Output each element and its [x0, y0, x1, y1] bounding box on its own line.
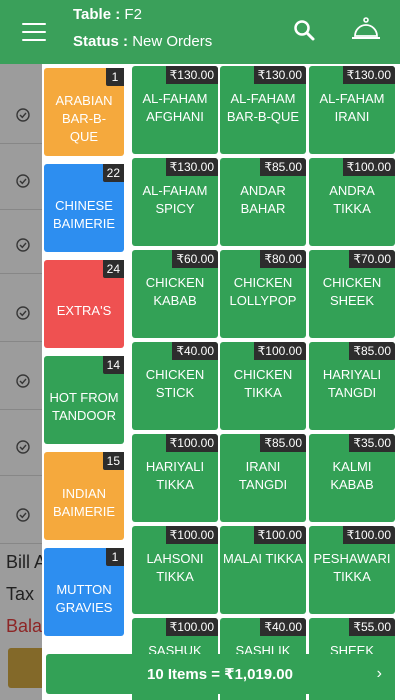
category-label: Indian Baimerie — [52, 486, 116, 519]
item-name: Chicken Sheek — [322, 275, 382, 308]
item-price-badge: ₹100.00 — [165, 618, 218, 636]
status-label: Status : — [73, 33, 129, 50]
item-name: Al-Faham Bar-B-Que — [226, 91, 300, 124]
item-name: Chicken Lollypop — [229, 275, 297, 308]
category-count-badge: 14 — [102, 356, 124, 374]
item-price-badge: ₹100.00 — [342, 158, 395, 176]
search-icon[interactable] — [292, 18, 316, 42]
category-label: Arabian Bar-B-Que — [55, 93, 113, 144]
menu-panel: Arabian Bar-B-Que 1 Chinese Baimerie 22 … — [42, 64, 400, 700]
item-name: Chicken Kabab — [145, 275, 205, 308]
item-name: Peshawari Tikka — [313, 551, 391, 584]
item-price-badge: ₹100.00 — [253, 342, 306, 360]
item-name: Al-Faham Spicy — [142, 183, 208, 216]
menu-item-tile[interactable]: ₹100.00 Lahsoni Tikka — [132, 526, 218, 614]
item-price-badge: ₹40.00 — [172, 342, 218, 360]
category-count-badge: 1 — [106, 68, 124, 86]
menu-item-tile[interactable]: ₹130.00 Al-Faham Bar-B-Que — [220, 66, 306, 154]
status-info: Status : New Orders — [73, 33, 212, 50]
table-value: F2 — [124, 6, 142, 23]
item-name: Lahsoni Tikka — [146, 551, 204, 584]
category-mutton-gravies[interactable]: Mutton Gravies 1 — [44, 548, 124, 636]
category-count-badge: 24 — [102, 260, 124, 278]
menu-item-tile[interactable]: ₹130.00 Al-Faham Spicy — [132, 158, 218, 246]
menu-item-tile[interactable]: ₹85.00 Irani Tangdi — [220, 434, 306, 522]
category-label: Mutton Gravies — [55, 582, 113, 615]
item-price-badge: ₹80.00 — [260, 250, 306, 268]
menu-item-tile[interactable]: ₹85.00 Andar Bahar — [220, 158, 306, 246]
item-name: Hariyali Tangdi — [322, 367, 382, 400]
item-price-badge: ₹100.00 — [165, 434, 218, 452]
category-hot-from-tandoor[interactable]: Hot From Tandoor 14 — [44, 356, 124, 444]
item-name: Kalmi Kabab — [330, 459, 374, 492]
item-name: Al-Faham Afghani — [142, 91, 208, 124]
menu-item-tile[interactable]: ₹100.00 Peshawari Tikka — [309, 526, 395, 614]
category-label: Extra's — [56, 303, 112, 318]
menu-item-tile[interactable]: ₹100.00 Andra Tikka — [309, 158, 395, 246]
item-price-badge: ₹100.00 — [342, 526, 395, 544]
cart-total-button[interactable]: 10 Items = ₹1,019.00 › — [46, 654, 394, 694]
item-price-badge: ₹130.00 — [253, 66, 306, 84]
table-info: Table : F2 — [73, 6, 142, 23]
item-name: Hariyali Tikka — [145, 459, 205, 492]
item-name: Irani Tangdi — [238, 459, 288, 492]
menu-item-tile[interactable]: ₹60.00 Chicken Kabab — [132, 250, 218, 338]
category-count-badge: 15 — [102, 452, 124, 470]
item-price-badge: ₹130.00 — [165, 158, 218, 176]
category-extras[interactable]: Extra's 24 — [44, 260, 124, 348]
menu-item-tile[interactable]: ₹70.00 Chicken Sheek — [309, 250, 395, 338]
item-price-badge: ₹85.00 — [349, 342, 395, 360]
menu-item-tile[interactable]: ₹80.00 Chicken Lollypop — [220, 250, 306, 338]
menu-item-tile[interactable]: ₹35.00 Kalmi Kabab — [309, 434, 395, 522]
category-count-badge: 22 — [102, 164, 124, 182]
category-indian-baimerie[interactable]: Indian Baimerie 15 — [44, 452, 124, 540]
item-price-badge: ₹85.00 — [260, 434, 306, 452]
menu-item-tile[interactable]: ₹100.00 Hariyali Tikka — [132, 434, 218, 522]
item-name: Andar Bahar — [240, 183, 286, 216]
category-chinese-baimerie[interactable]: Chinese Baimerie 22 — [44, 164, 124, 252]
menu-item-tile[interactable]: ₹130.00 Al-Faham Irani — [309, 66, 395, 154]
item-price-badge: ₹100.00 — [165, 526, 218, 544]
item-price-badge: ₹85.00 — [260, 158, 306, 176]
category-label: Chinese Baimerie — [52, 198, 116, 231]
status-value: New Orders — [132, 33, 213, 50]
hamburger-icon[interactable] — [22, 23, 46, 41]
item-price-badge: ₹70.00 — [349, 250, 395, 268]
table-label: Table : — [73, 6, 121, 23]
item-price-badge: ₹130.00 — [165, 66, 218, 84]
menu-item-tile[interactable]: ₹85.00 Hariyali Tangdi — [309, 342, 395, 430]
app-header: Table : F2 Status : New Orders — [0, 0, 400, 64]
menu-item-tile[interactable]: ₹40.00 Chicken Stick — [132, 342, 218, 430]
item-price-badge: ₹40.00 — [260, 618, 306, 636]
category-label: Hot From Tandoor — [49, 390, 119, 423]
cart-summary: 10 Items = ₹1,019.00 — [147, 666, 293, 683]
category-arabian-bar-b-que[interactable]: Arabian Bar-B-Que 1 — [44, 68, 124, 156]
item-price-badge: ₹60.00 — [172, 250, 218, 268]
item-price-badge: ₹55.00 — [349, 618, 395, 636]
item-name: Chicken Tikka — [233, 367, 293, 400]
item-price-badge: ₹100.00 — [253, 526, 306, 544]
item-name: Chicken Stick — [145, 367, 205, 400]
item-price-badge: ₹130.00 — [342, 66, 395, 84]
chevron-right-icon: › — [376, 665, 382, 682]
item-name: Andra Tikka — [329, 183, 375, 216]
service-bell-icon[interactable] — [351, 16, 381, 42]
menu-item-tile[interactable]: ₹100.00 Malai Tikka — [220, 526, 306, 614]
item-name: Malai Tikka — [223, 551, 303, 566]
item-price-badge: ₹35.00 — [349, 434, 395, 452]
item-name: Al-Faham Irani — [319, 91, 385, 124]
category-count-badge: 1 — [106, 548, 124, 566]
menu-item-tile[interactable]: ₹100.00 Chicken Tikka — [220, 342, 306, 430]
menu-item-tile[interactable]: ₹130.00 Al-Faham Afghani — [132, 66, 218, 154]
